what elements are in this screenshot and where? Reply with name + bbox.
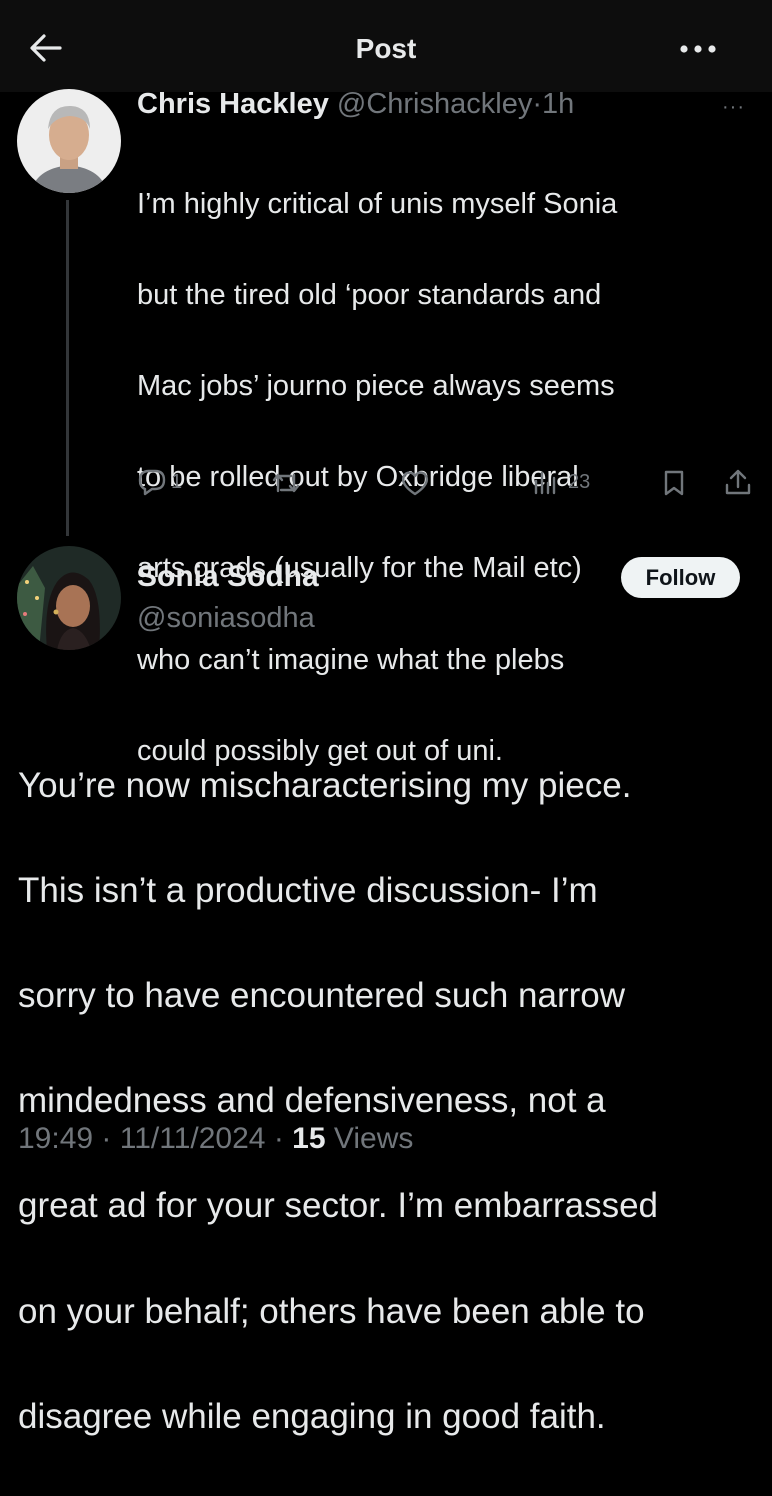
reply-icon: [138, 469, 166, 496]
reply-text-line: who can’t imagine what the plebs: [137, 643, 565, 676]
more-icon: [680, 45, 716, 53]
reply-author-name[interactable]: Chris Hackley: [137, 88, 329, 120]
meta-separator: ·: [273, 1122, 284, 1155]
avatar-chris-hackley[interactable]: [17, 89, 121, 193]
views-icon: [534, 471, 556, 495]
thread-line: [66, 200, 69, 536]
more-options-button[interactable]: [678, 42, 718, 56]
repost-button[interactable]: [270, 470, 302, 496]
reply-count: 1: [171, 470, 183, 493]
bookmark-icon: [664, 470, 684, 496]
post-text-line: mindedness and defensiveness, not a: [18, 1081, 606, 1121]
post-text: You’re now mischaracterising my piece. T…: [18, 707, 758, 1496]
like-icon: [401, 471, 429, 496]
reply-text-line: I’m highly critical of unis myself Sonia: [137, 187, 618, 220]
reply-more-button[interactable]: ···: [722, 96, 745, 119]
reply-text-line: but the tired old ‘poor standards and: [137, 278, 602, 311]
meta-separator: ·: [101, 1122, 112, 1155]
post-time[interactable]: 19:49: [18, 1122, 93, 1155]
reply-time[interactable]: 1h: [542, 88, 574, 120]
post-text-line: This isn’t a productive discussion- I’m: [18, 870, 598, 910]
reply-button[interactable]: 1: [137, 468, 182, 496]
post-text-line: on your behalf; others have been able to: [18, 1291, 645, 1331]
share-icon: [725, 469, 751, 495]
post-text-line: You’re now mischaracterising my piece.: [18, 765, 632, 805]
reply-text-line: Mac jobs’ journo piece always seems: [137, 369, 615, 402]
reply-header: Chris Hackley @Chrishackley·1h: [137, 88, 574, 121]
reply-author-handle[interactable]: @Chrishackley: [337, 88, 532, 120]
post-meta: 19:49 · 11/11/2024 · 15 Views: [18, 1122, 413, 1156]
follow-button[interactable]: Follow: [621, 557, 740, 598]
author-name[interactable]: Sonia Sodha: [137, 560, 319, 594]
reply-separator: ·: [532, 88, 543, 120]
reply-text-line: to be rolled out by Oxbridge liberal: [137, 461, 579, 494]
post-views-label: Views: [333, 1122, 414, 1155]
post-views-count: 15: [292, 1122, 326, 1155]
author-handle[interactable]: @soniasodha: [137, 602, 315, 635]
post-text-line: disagree while engaging in good faith.: [18, 1396, 606, 1436]
bookmark-button[interactable]: [662, 469, 686, 497]
post-text-line: sorry to have encountered such narrow: [18, 975, 625, 1015]
page-title: Post: [355, 33, 417, 64]
top-bar: Post: [0, 0, 772, 92]
post-text-line: great ad for your sector. I’m embarrasse…: [18, 1186, 658, 1226]
repost-icon: [272, 473, 300, 493]
like-button[interactable]: [400, 469, 430, 497]
reply-views-count: 23: [568, 470, 591, 493]
post-date[interactable]: 11/11/2024: [120, 1122, 266, 1155]
views-button[interactable]: 23: [533, 469, 590, 495]
avatar-sonia-sodha[interactable]: [17, 546, 121, 650]
share-button[interactable]: [724, 467, 752, 497]
